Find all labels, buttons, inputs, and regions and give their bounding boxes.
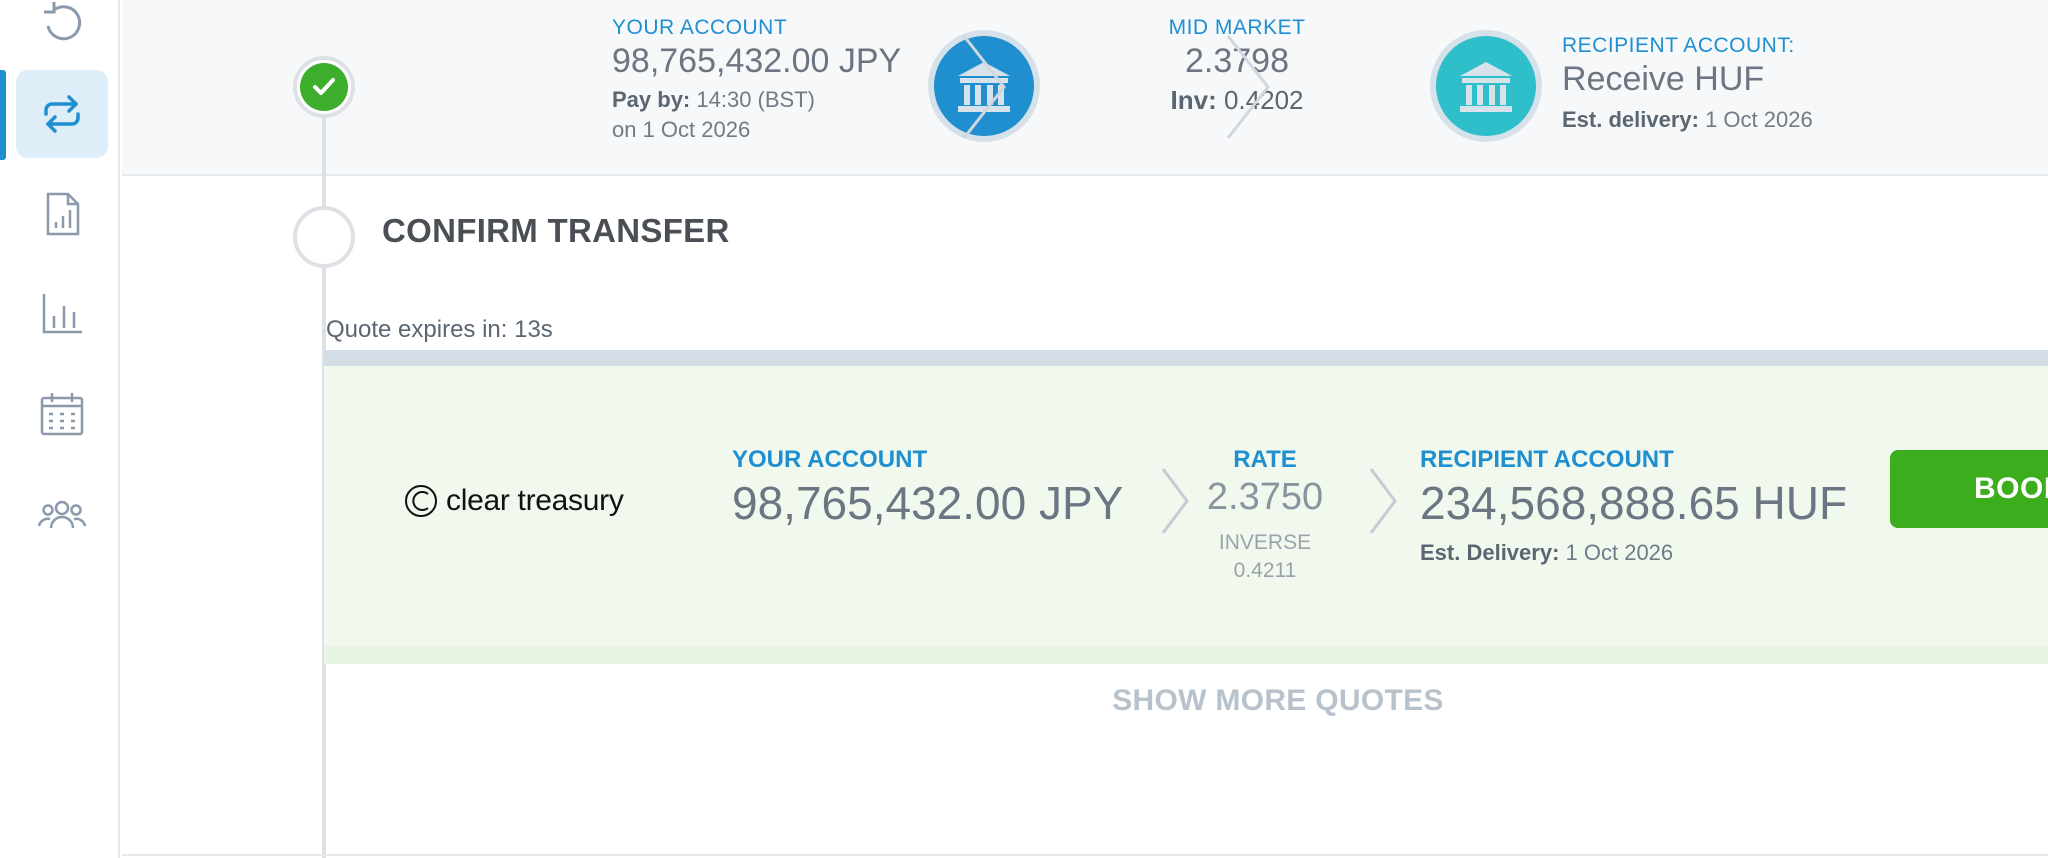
pay-by-time: 14:30 (BST) (696, 87, 815, 112)
quote-rate-label: RATE (1233, 446, 1297, 473)
pay-by-label: Pay by: (612, 87, 691, 112)
quote-est-delivery: Est. Delivery: 1 Oct 2026 (1420, 540, 1847, 566)
inverse-label: INVERSE (1218, 531, 1312, 554)
active-indicator (0, 70, 6, 160)
summary-recipient-value: Receive HUF (1562, 60, 1765, 98)
recipient-bank-avatar (1430, 30, 1542, 142)
chevron-right-icon (1226, 35, 1270, 139)
chevron-right-icon (1369, 468, 1397, 534)
quote-card: clear treasury YOUR ACCOUNT 98,765,432.0… (324, 350, 2048, 664)
quote-est-delivery-label: Est. Delivery: (1420, 540, 1560, 565)
quote-recipient-label: RECIPIENT ACCOUNT (1420, 446, 1674, 473)
calendar-icon (40, 393, 84, 436)
book-button[interactable]: BOOK (1890, 450, 2048, 528)
quote-your-account-amount: 98,765,432.00 JPY (732, 477, 1124, 529)
quote-expires: Quote expires in: 13s (326, 316, 553, 343)
bottom-divider (122, 854, 2048, 856)
bar-chart-icon (42, 294, 82, 334)
sidebar (0, 0, 120, 858)
nav-history[interactable] (16, 0, 108, 66)
provider-name: clear treasury (446, 484, 624, 517)
summary-your-account-label: YOUR ACCOUNT (612, 16, 788, 39)
summary-est-delivery: Est. delivery: 1 Oct 2026 (1562, 107, 1813, 133)
nav-users[interactable] (16, 470, 108, 558)
nav-calendar[interactable] (16, 370, 108, 458)
summary-recipient-label: RECIPIENT ACCOUNT: (1562, 34, 1795, 57)
quote-inverse: INVERSE 0.4211 (1190, 529, 1340, 585)
quote-card-footer (324, 646, 2048, 664)
provider-logo: clear treasury (404, 484, 624, 518)
nav-transfers[interactable] (16, 70, 108, 158)
transfer-icon (44, 95, 80, 133)
quote-rate-value: 2.3750 (1206, 476, 1324, 518)
chevron-right-icon (1161, 468, 1189, 534)
step-current (293, 206, 355, 268)
show-more-quotes-button[interactable]: SHOW MORE QUOTES (1000, 684, 1556, 718)
bank-icon (1460, 62, 1512, 112)
confirm-transfer-title: CONFIRM TRANSFER (382, 212, 730, 249)
quote-recipient-amount: 234,568,888.65 HUF (1420, 477, 1848, 529)
nav-analytics[interactable] (16, 270, 108, 358)
nav-reports[interactable] (16, 170, 108, 258)
history-icon (44, 2, 82, 41)
quote-rate: RATE 2.3750 INVERSE 0.4211 (1190, 446, 1340, 585)
quote-est-delivery-date: 1 Oct 2026 (1565, 540, 1674, 565)
quote-your-account: YOUR ACCOUNT 98,765,432.00 JPY (732, 446, 1123, 530)
summary-your-account: YOUR ACCOUNT 98,765,432.00 JPY Pay by: 1… (612, 16, 901, 143)
quote-recipient: RECIPIENT ACCOUNT 234,568,888.65 HUF Est… (1420, 446, 1847, 566)
summary-your-account-amount: 98,765,432.00 JPY (612, 42, 902, 80)
transfer-summary: YOUR ACCOUNT 98,765,432.00 JPY Pay by: 1… (122, 0, 2048, 176)
report-icon (46, 192, 80, 236)
inv-label: Inv: (1170, 85, 1217, 115)
clear-treasury-logo-icon (405, 485, 437, 517)
quote-your-account-label: YOUR ACCOUNT (732, 446, 928, 473)
users-icon (37, 500, 87, 529)
step-complete (293, 56, 355, 118)
inverse-value: 0.4211 (1233, 559, 1297, 582)
check-icon (313, 78, 335, 95)
est-delivery-label: Est. delivery: (1562, 107, 1699, 132)
pay-by-date: on 1 Oct 2026 (612, 117, 751, 142)
summary-pay-by: Pay by: 14:30 (BST) (612, 87, 901, 113)
est-delivery-date: 1 Oct 2026 (1705, 107, 1813, 132)
summary-recipient: RECIPIENT ACCOUNT: Receive HUF Est. deli… (1562, 34, 1813, 133)
chevron-right-icon (962, 35, 1006, 139)
